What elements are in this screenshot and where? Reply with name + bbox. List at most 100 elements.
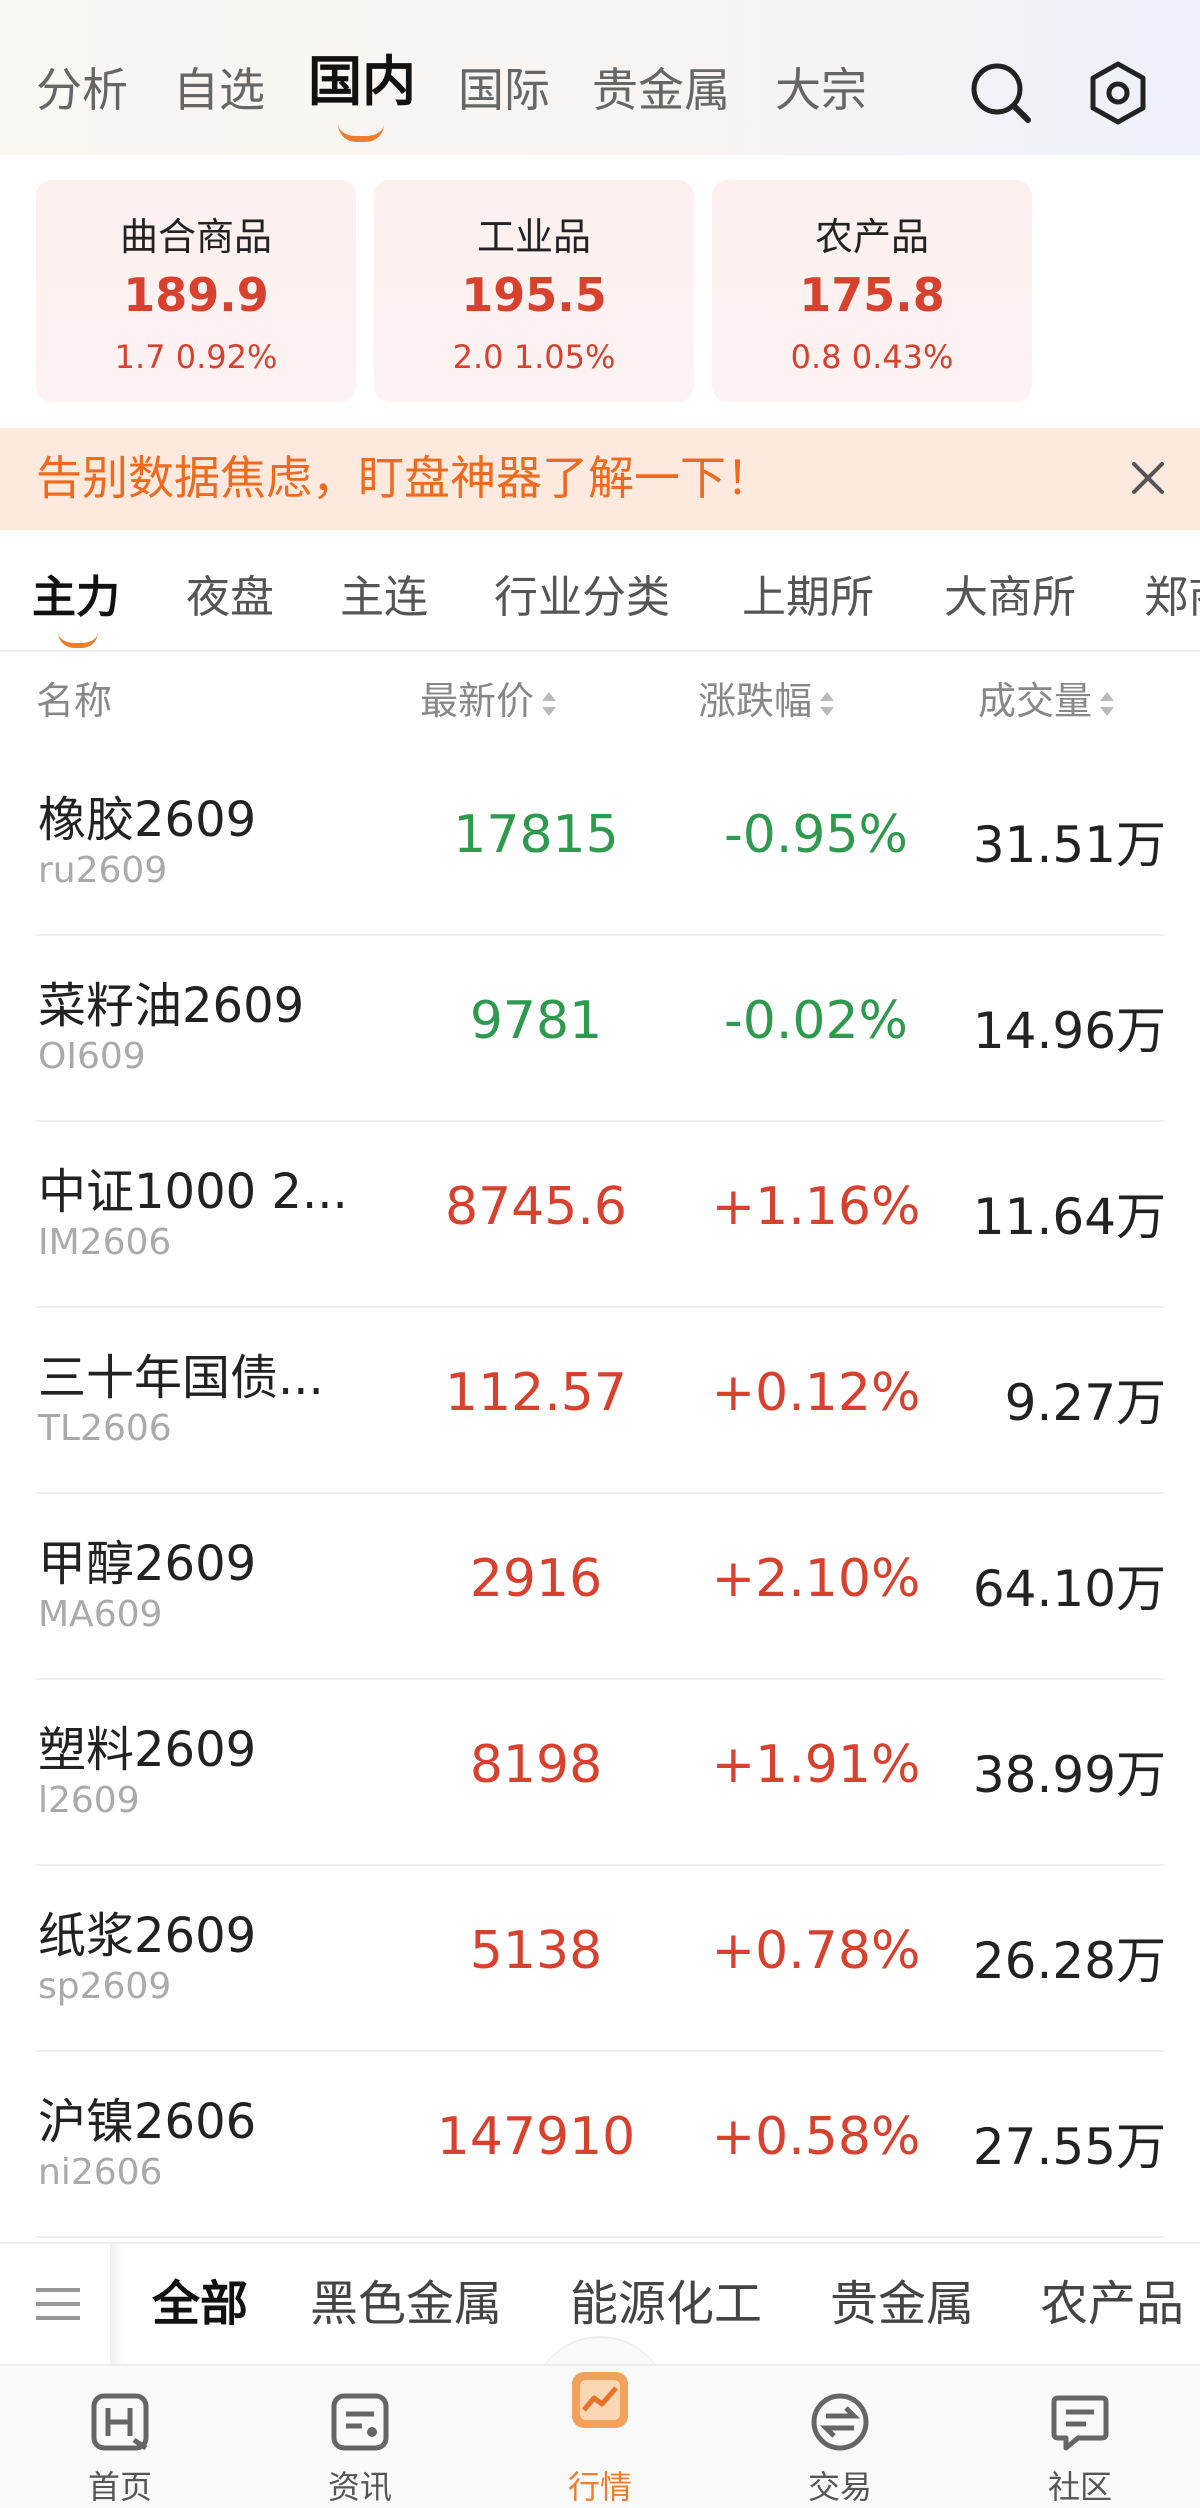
volume: 26.28万	[972, 1932, 1166, 1990]
nav-news[interactable]: 资讯	[240, 2366, 480, 2508]
table-row[interactable]: 中证1000 2... IM2606 8745.6 +1.16% 11.64万	[36, 1122, 1166, 1308]
tab-continuous[interactable]: 主连	[340, 568, 428, 628]
sector-tab-all[interactable]: 全部	[152, 2274, 248, 2334]
chart-icon	[572, 2372, 628, 2428]
nav-label: 交易	[807, 2468, 872, 2506]
menu-icon[interactable]	[30, 2276, 86, 2332]
index-card-agricultural[interactable]: 农产品 175.8 0.8 0.43%	[712, 180, 1032, 402]
table-row[interactable]: 沪镍2606 ni2606 147910 +0.58% 27.55万	[36, 2052, 1166, 2238]
tab-precious-metals[interactable]: 贵金属	[592, 60, 730, 120]
tab-domestic[interactable]: 国内	[308, 52, 416, 112]
contract-code: OI609	[38, 1036, 146, 1077]
home-icon	[91, 2393, 149, 2451]
volume: 9.27万	[1004, 1374, 1166, 1432]
banner-text: 告别数据焦虑，盯盘神器了解一下！	[36, 451, 772, 505]
sector-tab-ferrous[interactable]: 黑色金属	[310, 2274, 502, 2334]
contract-name: 橡胶2609	[38, 792, 257, 848]
nav-trade[interactable]: 交易	[720, 2366, 960, 2508]
divider	[0, 650, 1200, 652]
sort-icon	[820, 691, 835, 716]
search-icon[interactable]	[966, 58, 1036, 128]
column-header-volume-label: 成交量	[978, 679, 1093, 723]
volume: 11.64万	[972, 1188, 1166, 1246]
column-header-name: 名称	[36, 679, 113, 723]
sort-icon	[1100, 691, 1115, 716]
table-row[interactable]: 塑料2609 l2609 8198 +1.91% 38.99万	[36, 1680, 1166, 1866]
nav-market[interactable]: 行情	[480, 2366, 720, 2508]
index-change: 1.7 0.92%	[114, 338, 278, 376]
contract-name: 中证1000 2...	[38, 1164, 348, 1220]
active-tab-indicator	[338, 124, 384, 142]
table-row[interactable]: 三十年国债... TL2606 112.57 +0.12% 9.27万	[36, 1308, 1166, 1494]
contract-name: 菜籽油2609	[38, 978, 305, 1034]
index-value: 195.5	[461, 268, 607, 322]
sector-tab-agri[interactable]: 农产品	[1040, 2274, 1184, 2334]
index-name: 农产品	[814, 215, 929, 259]
settings-icon[interactable]	[1083, 58, 1153, 128]
tab-commodities[interactable]: 大宗	[775, 60, 867, 120]
index-card-composite[interactable]: 曲合商品 189.9 1.7 0.92%	[36, 180, 356, 402]
tab-industry[interactable]: 行业分类	[494, 568, 670, 628]
column-header-volume[interactable]: 成交量	[978, 676, 1116, 726]
index-card-industrial[interactable]: 工业品 195.5 2.0 1.05%	[374, 180, 694, 402]
contract-code: l2609	[38, 1780, 140, 1821]
contract-name: 沪镍2606	[38, 2094, 257, 2150]
volume: 27.55万	[972, 2118, 1166, 2176]
table-row[interactable]: 纸浆2609 sp2609 5138 +0.78% 26.28万	[36, 1866, 1166, 2052]
volume: 14.96万	[972, 1002, 1166, 1060]
index-change: 2.0 1.05%	[452, 338, 616, 376]
tab-shfe[interactable]: 上期所	[742, 568, 874, 628]
nav-label: 行情	[567, 2468, 632, 2506]
sector-tab-precious[interactable]: 贵金属	[830, 2274, 974, 2334]
tab-international[interactable]: 国际	[458, 60, 550, 120]
column-header-change-label: 涨跌幅	[698, 679, 813, 723]
index-name: 工业品	[476, 215, 591, 259]
column-header-price-label: 最新价	[420, 679, 535, 723]
contract-code: MA609	[38, 1594, 163, 1635]
table-row[interactable]: 橡胶2609 ru2609 17815 -0.95% 31.51万	[36, 750, 1166, 936]
nav-community[interactable]: 社区	[960, 2366, 1200, 2508]
contract-name: 纸浆2609	[38, 1908, 257, 1964]
contract-name: 甲醇2609	[38, 1536, 257, 1592]
sector-tab-energy-chem[interactable]: 能源化工	[570, 2274, 762, 2334]
contract-code: sp2609	[38, 1966, 172, 2007]
community-icon	[1051, 2395, 1109, 2451]
top-header: 分析 自选 国内 国际 贵金属 大宗	[0, 0, 1200, 155]
nav-label: 首页	[87, 2468, 152, 2506]
contract-code: ni2606	[38, 2152, 163, 2193]
index-value: 189.9	[123, 268, 269, 322]
contract-code: ru2609	[38, 850, 168, 891]
table-row[interactable]: 甲醇2609 MA609 2916 +2.10% 64.10万	[36, 1494, 1166, 1680]
category-tab-indicator	[58, 632, 98, 648]
tab-analysis[interactable]: 分析	[36, 60, 128, 120]
tab-night-session[interactable]: 夜盘	[186, 568, 274, 628]
tab-main[interactable]: 主力	[32, 568, 120, 628]
tab-czce[interactable]: 郑商	[1144, 568, 1200, 628]
nav-label: 社区	[1047, 2468, 1112, 2506]
volume: 38.99万	[972, 1746, 1166, 1804]
index-change: 0.8 0.43%	[790, 338, 954, 376]
bottom-nav: 首页 资讯 行情 交易 社区	[0, 2364, 1200, 2508]
divider	[110, 2244, 124, 2364]
close-icon[interactable]	[1120, 450, 1176, 506]
nav-label: 资讯	[327, 2468, 392, 2506]
contract-code: IM2606	[38, 1222, 172, 1263]
app-screen: 分析 自选 国内 国际 贵金属 大宗 曲合商品 189.9 1.7 0.92% …	[0, 0, 1200, 2508]
contract-name: 三十年国债...	[38, 1350, 324, 1406]
table-row[interactable]: 菜籽油2609 OI609 9781 -0.02% 14.96万	[36, 936, 1166, 1122]
contract-name: 塑料2609	[38, 1722, 257, 1778]
volume: 31.51万	[972, 816, 1166, 874]
nav-home[interactable]: 首页	[0, 2366, 240, 2508]
exchange-icon	[811, 2393, 869, 2451]
promo-banner[interactable]: 告别数据焦虑，盯盘神器了解一下！	[0, 428, 1200, 530]
contract-code: TL2606	[38, 1408, 172, 1449]
volume: 64.10万	[972, 1560, 1166, 1618]
column-header-price[interactable]: 最新价	[420, 676, 558, 726]
tab-dce[interactable]: 大商所	[944, 568, 1076, 628]
news-icon	[331, 2393, 389, 2451]
index-name: 曲合商品	[119, 215, 272, 259]
sort-icon	[542, 691, 557, 716]
column-header-change[interactable]: 涨跌幅	[698, 676, 836, 726]
index-value: 175.8	[799, 268, 945, 322]
tab-watchlist[interactable]: 自选	[173, 60, 265, 120]
